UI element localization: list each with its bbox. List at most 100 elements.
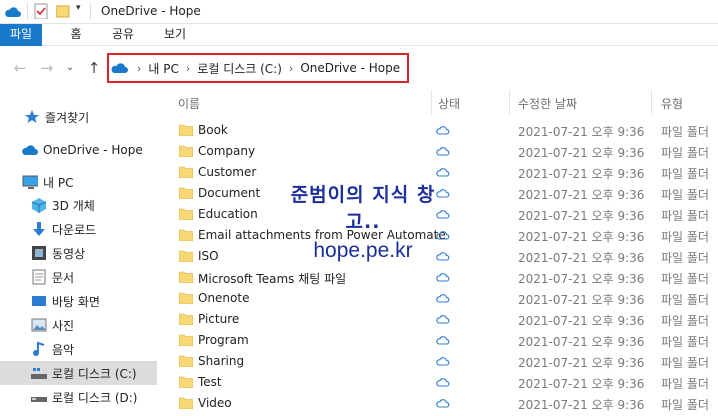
column-header-name[interactable]: 이름 [178,95,200,112]
sort-ascending-icon: ⌃ [297,90,306,97]
cloud-status-icon [436,231,450,240]
tab-home[interactable]: 홈 [62,24,90,46]
folder-icon [179,250,193,262]
table-row[interactable]: Book 2021-07-21 오후 9:36 파일 폴더 [157,120,718,141]
file-type: 파일 폴더 [661,167,709,181]
table-row[interactable]: Document 2021-07-21 오후 9:36 파일 폴더 [157,183,718,204]
table-row[interactable]: Program 2021-07-21 오후 9:36 파일 폴더 [157,330,718,351]
file-name[interactable]: Video [198,396,232,410]
file-date: 2021-07-21 오후 9:36 [518,272,645,286]
file-name[interactable]: Sharing [198,354,244,368]
column-headers: ⌃ 이름 상태 수정한 날짜 유형 [157,90,718,115]
back-arrow-icon[interactable]: ← [10,59,30,77]
sidebar-item-downloads[interactable]: 다운로드 [0,217,157,241]
tab-share[interactable]: 공유 [108,24,138,46]
sidebar-item-videos[interactable]: 동영상 [0,241,157,265]
drive-icon [31,389,47,405]
new-folder-icon[interactable] [56,4,70,20]
sidebar-item-my-pc[interactable]: 내 PC [0,170,157,194]
drive-icon [31,365,47,381]
table-row[interactable]: Onenote 2021-07-21 오후 9:36 파일 폴더 [157,288,718,309]
column-header-status[interactable]: 상태 [438,95,460,112]
column-divider[interactable] [431,90,432,115]
onedrive-cloud-icon [111,63,128,73]
folder-icon [179,355,193,367]
table-row[interactable]: Sharing 2021-07-21 오후 9:36 파일 폴더 [157,351,718,372]
column-header-modified[interactable]: 수정한 날짜 [518,95,577,112]
table-row[interactable]: Microsoft Teams 채팅 파일 2021-07-21 오후 9:36 파… [157,267,718,288]
table-row[interactable]: Email attachments from Power Automate 202… [157,225,718,246]
sidebar-item-desktop[interactable]: 바탕 화면 [0,289,157,313]
sidebar-item-3d-objects[interactable]: 3D 개체 [0,193,157,217]
sidebar-item-local-disk-c[interactable]: 로컬 디스크 (C:) [0,361,157,385]
file-name[interactable]: Document [198,186,260,200]
table-row[interactable]: ISO 2021-07-21 오후 9:36 파일 폴더 [157,246,718,267]
file-date: 2021-07-21 오후 9:36 [518,314,645,328]
file-name[interactable]: Onenote [198,291,249,305]
cloud-status-icon [436,126,450,135]
properties-check-icon[interactable] [34,3,48,19]
file-name[interactable]: Customer [198,165,256,179]
file-name[interactable]: ISO [198,249,219,263]
sidebar-item-local-disk-d[interactable]: 로컬 디스크 (D:) [0,385,157,409]
chevron-right-icon[interactable]: › [289,62,293,75]
sidebar-item-pictures[interactable]: 사진 [0,313,157,337]
chevron-right-icon[interactable]: › [137,62,141,75]
sidebar-item-documents[interactable]: 문서 [0,265,157,289]
file-date: 2021-07-21 오후 9:36 [518,293,645,307]
file-date: 2021-07-21 오후 9:36 [518,398,645,412]
file-name[interactable]: Book [198,123,228,137]
file-type: 파일 폴더 [661,188,709,202]
onedrive-cloud-icon[interactable] [4,4,22,20]
file-name[interactable]: Email attachments from Power Automate [198,228,446,242]
table-row[interactable]: Picture 2021-07-21 오후 9:36 파일 폴더 [157,309,718,330]
file-name[interactable]: Company [198,144,255,158]
folder-icon [179,124,193,136]
tab-file[interactable]: 파일 [0,24,42,46]
file-name[interactable]: Picture [198,312,239,326]
up-arrow-icon[interactable]: ↑ [84,59,104,77]
table-row[interactable]: Customer 2021-07-21 오후 9:36 파일 폴더 [157,162,718,183]
desktop-icon [31,293,47,309]
breadcrumb-local-disk-c[interactable]: 로컬 디스크 (C:) [197,60,282,77]
column-divider[interactable] [651,90,652,115]
file-name[interactable]: Test [198,375,222,389]
onedrive-cloud-icon [22,142,38,158]
column-divider[interactable] [509,90,510,115]
column-header-type[interactable]: 유형 [661,95,683,112]
table-row[interactable]: Test 2021-07-21 오후 9:36 파일 폴더 [157,372,718,393]
file-type: 파일 폴더 [661,398,709,412]
table-row[interactable]: Company 2021-07-21 오후 9:36 파일 폴더 [157,141,718,162]
ribbon: 파일 홈 공유 보기 [0,24,718,46]
folder-icon [179,313,193,325]
file-date: 2021-07-21 오후 9:36 [518,356,645,370]
breadcrumb-my-pc[interactable]: 내 PC [148,60,178,77]
address-bar[interactable]: › 내 PC › 로컬 디스크 (C:) › OneDrive - Hope [107,53,409,83]
file-name[interactable]: Microsoft Teams 채팅 파일 [198,270,346,287]
table-row[interactable]: Video 2021-07-21 오후 9:36 파일 폴더 [157,393,718,414]
cloud-status-icon [436,273,450,282]
file-date: 2021-07-21 오후 9:36 [518,167,645,181]
file-date: 2021-07-21 오후 9:36 [518,125,645,139]
sidebar-item-onedrive[interactable]: OneDrive - Hope [0,138,157,162]
file-type: 파일 폴더 [661,293,709,307]
window-title: OneDrive - Hope [101,4,201,18]
file-name[interactable]: Program [198,333,249,347]
quick-access-dropdown-icon[interactable]: ▾ [76,3,81,13]
tab-view[interactable]: 보기 [160,24,190,46]
folder-icon [179,271,193,283]
file-type: 파일 폴더 [661,251,709,265]
cloud-status-icon [436,294,450,303]
sidebar-item-music[interactable]: 음악 [0,337,157,361]
cloud-status-icon [436,147,450,156]
folder-icon [179,187,193,199]
sidebar-item-quick-access[interactable]: 즐겨찾기 [0,105,157,129]
file-name[interactable]: Education [198,207,258,221]
forward-arrow-icon[interactable]: → [37,59,57,77]
table-row[interactable]: Education 2021-07-21 오후 9:36 파일 폴더 [157,204,718,225]
breadcrumb-onedrive[interactable]: OneDrive - Hope [300,61,400,75]
recent-locations-chevron-icon[interactable]: ⌄ [64,59,76,77]
music-icon [31,341,47,357]
chevron-right-icon[interactable]: › [186,62,190,75]
document-icon [31,269,47,285]
